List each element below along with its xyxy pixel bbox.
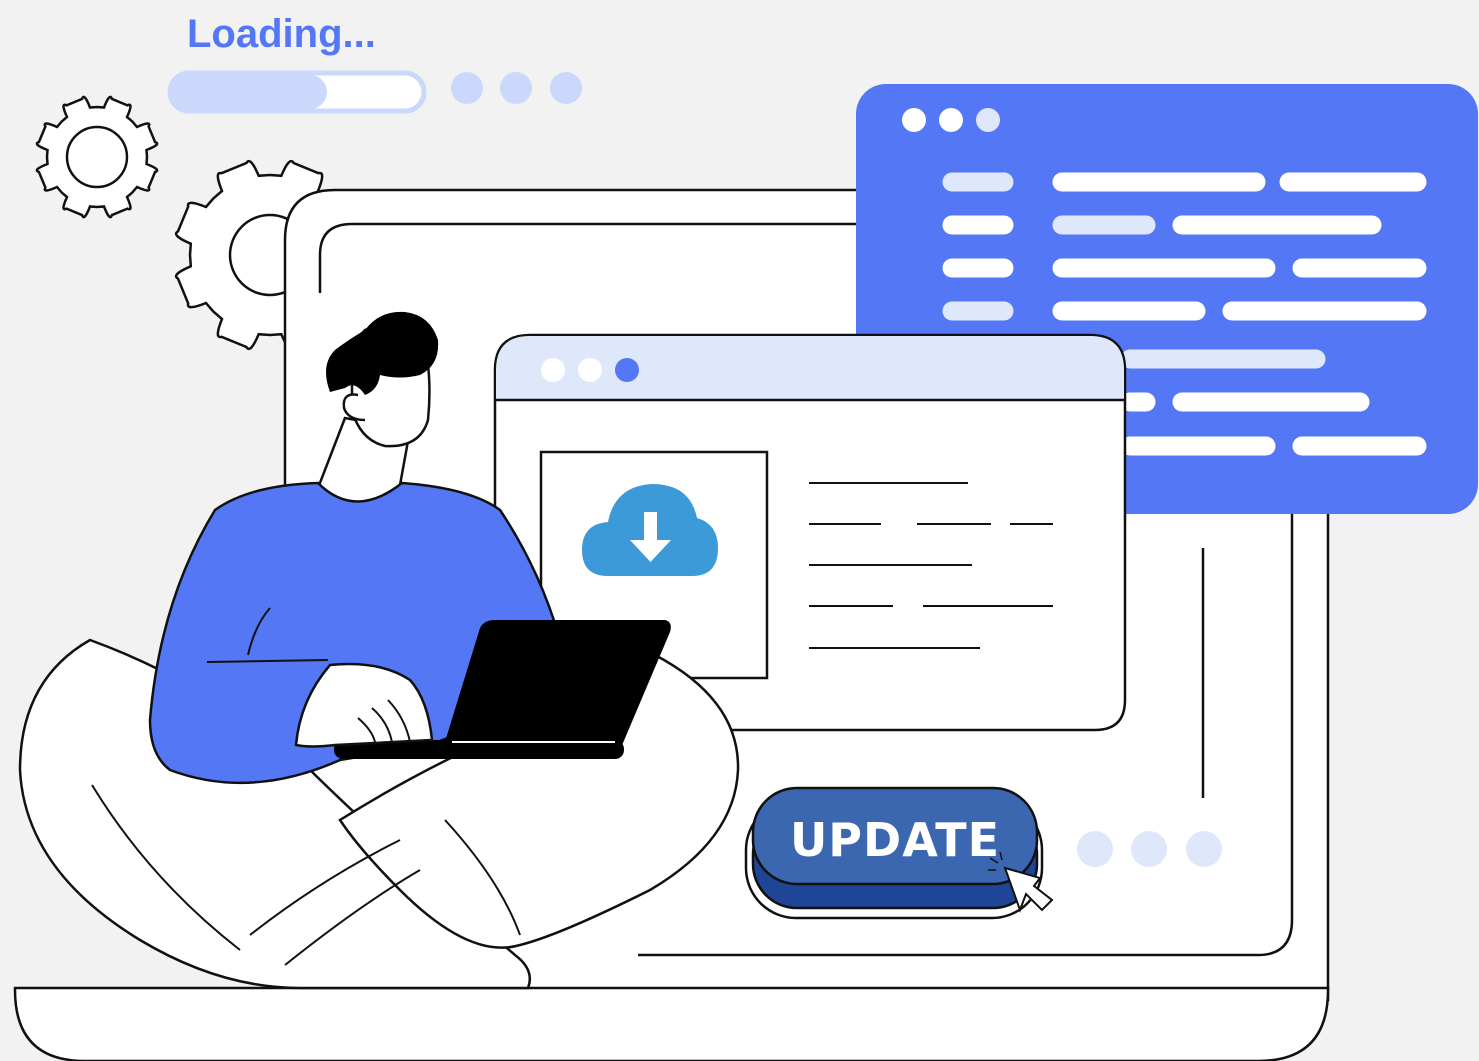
desk-base xyxy=(13,986,1330,1061)
window-controls xyxy=(902,108,1000,132)
status-dots xyxy=(1077,831,1222,867)
window-controls xyxy=(541,358,639,382)
loading-dots xyxy=(451,72,582,104)
illustration-stage: Loading... UPDATE xyxy=(0,0,1479,1061)
progress-fill xyxy=(172,75,327,109)
update-button-label: UPDATE xyxy=(790,813,1000,867)
update-button[interactable]: UPDATE xyxy=(744,786,1044,920)
loading-progress-bar xyxy=(167,70,427,114)
scene-svg: UPDATE xyxy=(13,70,1478,1061)
gear-icon xyxy=(35,95,159,219)
